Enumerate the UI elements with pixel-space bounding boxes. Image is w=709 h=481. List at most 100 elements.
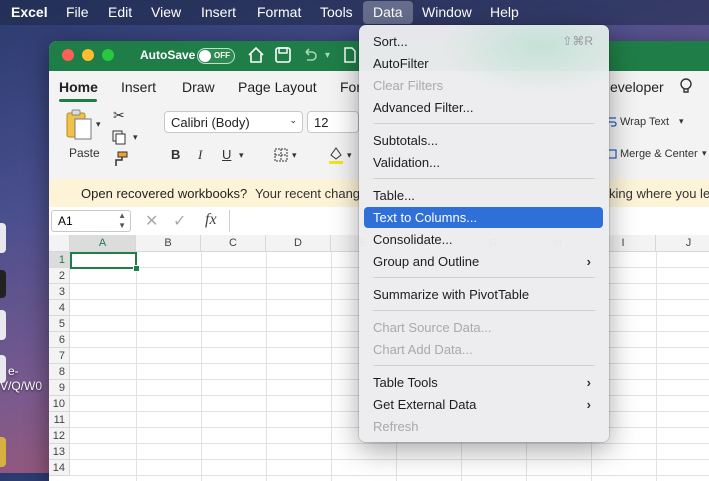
- borders-icon[interactable]: [273, 147, 289, 166]
- wrap-text-dropdown-icon[interactable]: ▾: [679, 116, 684, 127]
- zoom-button[interactable]: [102, 49, 114, 61]
- tab-formulas[interactable]: For: [340, 79, 361, 95]
- fill-color-icon[interactable]: [327, 145, 345, 168]
- borders-dropdown-icon[interactable]: ▾: [292, 150, 297, 161]
- menu-separator: [373, 365, 595, 366]
- confirm-entry-icon[interactable]: ✓: [173, 211, 186, 231]
- wrap-text-button[interactable]: Wrap Text: [620, 116, 669, 128]
- menu-window[interactable]: Window: [422, 0, 472, 25]
- menu-format[interactable]: Format: [257, 0, 301, 25]
- fill-color-dropdown-icon[interactable]: ▾: [347, 150, 352, 161]
- copy-dropdown-icon[interactable]: ▾: [133, 132, 138, 143]
- paste-icon[interactable]: [65, 109, 93, 144]
- font-name-select[interactable]: Calibri (Body) ⌄: [164, 111, 303, 133]
- menu-item-table-tools[interactable]: Table Tools ›: [364, 372, 603, 393]
- autosave-toggle[interactable]: OFF: [197, 48, 235, 64]
- insert-function-button[interactable]: fx: [205, 211, 217, 229]
- format-painter-icon[interactable]: [112, 151, 128, 170]
- menu-item-consolidate[interactable]: Consolidate...: [364, 229, 603, 250]
- copy-icon[interactable]: [111, 129, 127, 148]
- chevron-right-icon: ›: [586, 375, 591, 390]
- desktop-file-label[interactable]: e- V/Q/W0: [0, 364, 50, 394]
- merge-center-button[interactable]: Merge & Center: [620, 148, 698, 160]
- row-header-9[interactable]: 9: [49, 380, 70, 396]
- cancel-entry-icon[interactable]: ✕: [145, 211, 158, 231]
- merge-dropdown-icon[interactable]: ▾: [702, 148, 707, 159]
- menu-item-sort[interactable]: Sort... ⇧⌘R: [364, 31, 603, 52]
- message-text: Your recent chang: [255, 186, 361, 201]
- menu-item-autofilter[interactable]: AutoFilter: [364, 53, 603, 74]
- row-header-7[interactable]: 7: [49, 348, 70, 364]
- menu-data[interactable]: Data: [363, 1, 413, 24]
- column-header-b[interactable]: B: [136, 235, 201, 252]
- menu-item-pivottable[interactable]: Summarize with PivotTable: [364, 284, 603, 305]
- menu-item-label: Table Tools: [373, 375, 438, 390]
- tab-home[interactable]: Home: [59, 79, 98, 95]
- row-header-13[interactable]: 13: [49, 444, 70, 460]
- bold-button[interactable]: B: [171, 147, 180, 162]
- font-size-select[interactable]: 12: [307, 111, 359, 133]
- column-header-d[interactable]: D: [266, 235, 331, 252]
- menu-insert[interactable]: Insert: [201, 0, 236, 25]
- cut-icon[interactable]: ✂: [113, 107, 125, 124]
- tab-insert[interactable]: Insert: [121, 79, 156, 95]
- menu-item-label: Sort...: [373, 34, 408, 49]
- column-header-a[interactable]: A: [70, 235, 136, 252]
- message-title: Open recovered workbooks?: [81, 186, 248, 201]
- selected-cell-a1[interactable]: [70, 252, 137, 269]
- row-header-14[interactable]: 14: [49, 460, 70, 476]
- menu-edit[interactable]: Edit: [108, 0, 132, 25]
- underline-button[interactable]: U: [222, 147, 231, 162]
- tab-page-layout[interactable]: Page Layout: [238, 79, 317, 95]
- row-header-10[interactable]: 10: [49, 396, 70, 412]
- column-header-c[interactable]: C: [201, 235, 266, 252]
- dock-icon[interactable]: [0, 270, 6, 298]
- row-header-12[interactable]: 12: [49, 428, 70, 444]
- menu-item-group-outline[interactable]: Group and Outline ›: [364, 251, 603, 272]
- paste-label[interactable]: Paste: [69, 146, 100, 160]
- column-header-j[interactable]: J: [656, 235, 709, 252]
- paste-dropdown-icon[interactable]: ▾: [96, 119, 101, 130]
- menu-item-table[interactable]: Table...: [364, 185, 603, 206]
- menu-item-get-external-data[interactable]: Get External Data ›: [364, 394, 603, 415]
- italic-button[interactable]: I: [198, 147, 202, 163]
- menu-item-text-to-columns[interactable]: Text to Columns...: [364, 207, 603, 228]
- menu-item-advanced-filter[interactable]: Advanced Filter...: [364, 97, 603, 118]
- menu-file[interactable]: File: [66, 0, 89, 25]
- undo-icon[interactable]: [301, 46, 321, 66]
- menu-app-excel[interactable]: Excel: [11, 0, 48, 25]
- close-button[interactable]: [62, 49, 74, 61]
- menu-item-subtotals[interactable]: Subtotals...: [364, 130, 603, 151]
- row-header-5[interactable]: 5: [49, 316, 70, 332]
- menu-view[interactable]: View: [151, 0, 181, 25]
- dock-icon[interactable]: [0, 437, 6, 467]
- home-icon[interactable]: [247, 46, 267, 66]
- dock-icon[interactable]: [0, 223, 6, 253]
- lightbulb-icon[interactable]: [679, 77, 693, 100]
- gridline: [201, 252, 202, 481]
- stepper-icon: ▲ ▼: [118, 211, 126, 230]
- dock-icon[interactable]: [0, 310, 6, 340]
- menu-separator: [373, 123, 595, 124]
- row-header-2[interactable]: 2: [49, 268, 70, 284]
- fill-handle[interactable]: [133, 265, 140, 272]
- row-header-11[interactable]: 11: [49, 412, 70, 428]
- menu-help[interactable]: Help: [490, 0, 519, 25]
- tab-draw[interactable]: Draw: [182, 79, 215, 95]
- select-all-corner[interactable]: [49, 235, 70, 252]
- menu-tools[interactable]: Tools: [320, 0, 353, 25]
- row-header-1[interactable]: 1: [49, 252, 70, 268]
- row-header-3[interactable]: 3: [49, 284, 70, 300]
- menu-item-label: Group and Outline: [373, 254, 480, 269]
- tab-developer[interactable]: eveloper: [610, 79, 664, 95]
- row-header-4[interactable]: 4: [49, 300, 70, 316]
- minimize-button[interactable]: [82, 49, 94, 61]
- gridline: [656, 252, 657, 481]
- save-icon[interactable]: [274, 46, 294, 66]
- menu-item-chart-source-data: Chart Source Data...: [373, 320, 492, 335]
- row-header-8[interactable]: 8: [49, 364, 70, 380]
- row-header-6[interactable]: 6: [49, 332, 70, 348]
- underline-dropdown-icon[interactable]: ▾: [239, 150, 244, 161]
- menu-item-validation[interactable]: Validation...: [364, 152, 603, 173]
- name-box[interactable]: A1 ▲ ▼: [51, 210, 131, 232]
